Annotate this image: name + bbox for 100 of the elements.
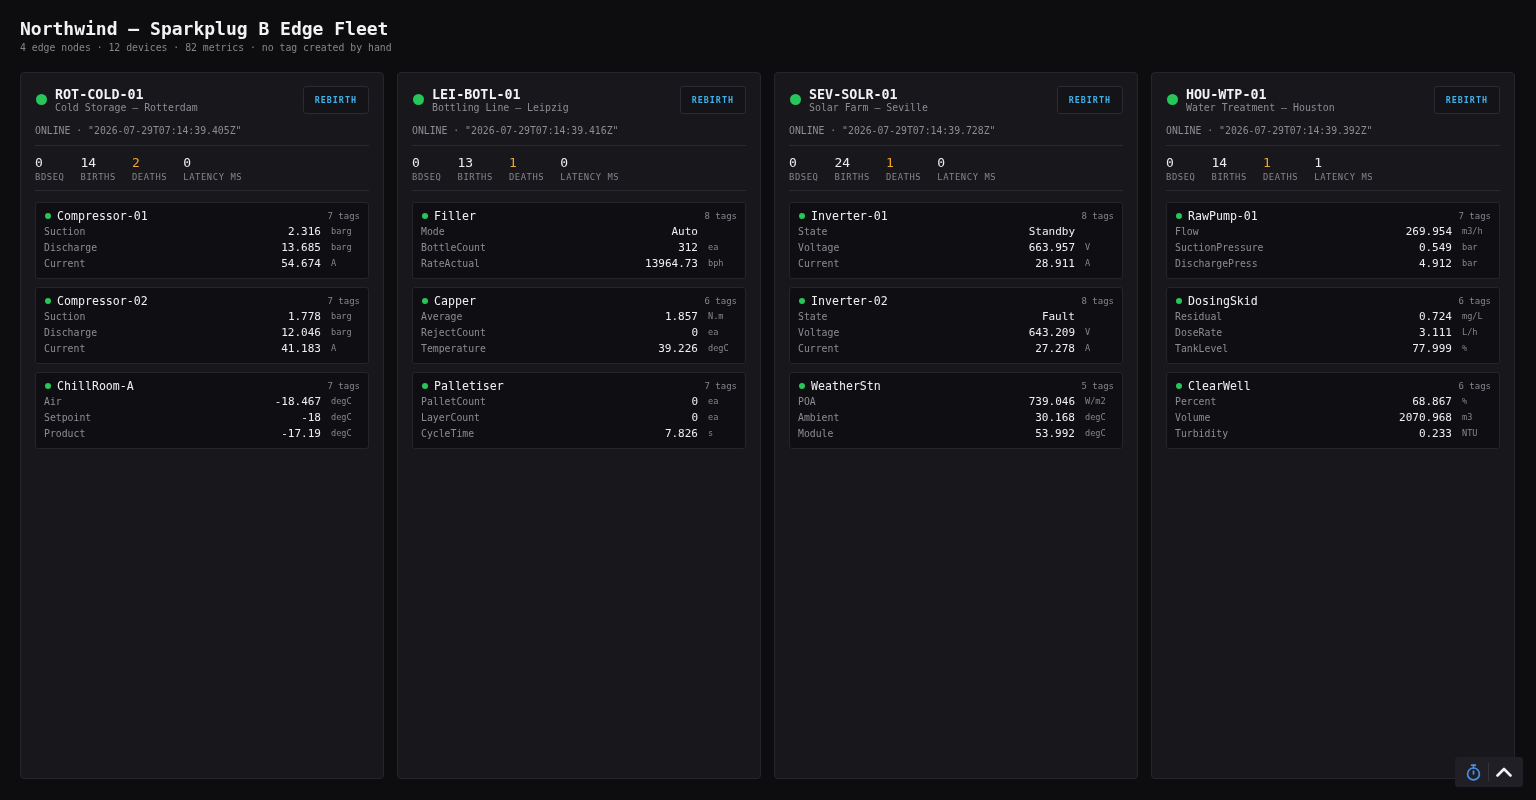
metric-name: Volume [1175,411,1212,423]
metric-name: DischargePress [1175,257,1259,269]
stat-value: 2 [131,155,141,171]
metric-value: 28.911 [1035,256,1075,270]
metric-unit: degC [708,343,729,353]
metric-value: 312 [678,240,698,254]
metric-value: 2.316 [287,224,321,238]
tag-count: 8 tags [704,211,737,221]
metric-name: PalletCount [421,395,487,407]
metric-name: Current [798,257,841,269]
stat-value: 13 [457,155,475,171]
tag-count: 7 tags [327,381,360,391]
metric-name: CycleTime [421,427,476,439]
device-name: Compressor-01 [57,209,149,223]
metric-name: Current [44,257,87,269]
stat-label: BIRTHS [457,171,493,183]
metric-value: -17.19 [281,426,321,440]
metric-value: 0 [691,325,698,339]
metric-unit: NTU [1462,428,1478,438]
stat-label: LATENCY MS [560,171,620,183]
metric-unit: V [1085,327,1091,337]
metric-value: 4.912 [1418,256,1452,270]
metric-name: Turbidity [1175,427,1230,439]
metric-value: 1.857 [664,309,698,323]
metric-unit: degC [331,428,352,438]
node-status: ONLINE · "2026-07-29T07:14:39.728Z" [789,124,1123,146]
metric-name: LayerCount [421,411,481,423]
metric-unit: degC [1085,412,1106,422]
metric-unit: barg [331,226,352,236]
metric-value: 0.549 [1418,240,1452,254]
stat-value: 0 [35,155,44,171]
tag-count: 8 tags [1081,296,1114,306]
metric-unit: L/h [1462,327,1478,337]
page-title: Northwind — Sparkplug B Edge Fleet [20,18,390,40]
metric-name: State [798,225,829,237]
tag-count: 7 tags [327,296,360,306]
device-name: Inverter-01 [811,209,889,223]
metric-unit: barg [331,327,352,337]
device-name: ClearWell [1188,379,1252,393]
metric-name: Voltage [798,326,841,338]
metric-unit: V [1085,242,1091,252]
device-name: Filler [434,209,477,223]
metric-value: 0.233 [1418,426,1452,440]
metric-unit: degC [331,412,352,422]
rebirth-button[interactable]: REBIRTH [1433,86,1500,114]
tag-count: 6 tags [1458,296,1491,306]
metric-value: 0.724 [1418,309,1452,323]
metric-name: Suction [44,310,87,322]
rebirth-button[interactable]: REBIRTH [1056,86,1123,114]
metric-name: BottleCount [421,241,487,253]
metric-name: DoseRate [1175,326,1224,338]
node-status: ONLINE · "2026-07-29T07:14:39.416Z" [412,124,746,146]
metric-unit: N.m [708,311,724,321]
rebirth-button[interactable]: REBIRTH [302,86,369,114]
device-name: WeatherStn [811,379,882,393]
stat-label: BDSEQ [412,171,442,183]
metric-unit: barg [331,242,352,252]
metric-name: Temperature [421,342,487,354]
metric-value: Standby [1028,224,1075,238]
metric-unit: bar [1462,258,1478,268]
metric-name: Current [798,342,841,354]
metric-value: 7.826 [664,426,698,440]
metric-name: Discharge [44,326,99,338]
node-status: ONLINE · "2026-07-29T07:14:39.392Z" [1166,124,1500,146]
metric-unit: ea [708,242,719,252]
node-location: Water Treatment — Houston [1186,101,1336,114]
metric-unit: barg [331,311,352,321]
metric-value: -18.467 [274,394,321,408]
metric-value: 2070.968 [1399,410,1452,424]
metric-value: 3.111 [1418,325,1452,339]
stat-label: DEATHS [1262,171,1299,183]
stat-label: BIRTHS [834,171,870,183]
metric-value: 0 [691,394,698,408]
metric-value: 41.183 [281,341,321,355]
stat-label: LATENCY MS [183,171,243,183]
stat-value: 0 [560,155,570,171]
tag-count: 5 tags [1081,381,1114,391]
node-name: SEV-SOLR-01 [809,86,899,102]
stat-label: DEATHS [885,171,922,183]
metric-value: 13964.73 [645,256,698,270]
metric-unit: degC [331,396,352,406]
metric-value: 54.674 [281,256,321,270]
stat-value: 0 [937,155,947,171]
metric-name: Flow [1175,225,1200,237]
rebirth-button[interactable]: REBIRTH [679,86,746,114]
metric-value: 663.957 [1028,240,1075,254]
node-name: HOU-WTP-01 [1186,86,1268,102]
metric-name: Residual [1175,310,1224,322]
metric-value: -18 [301,410,321,424]
metric-value: 0 [691,410,698,424]
metric-unit: m3 [1462,412,1473,422]
stat-label: BDSEQ [35,171,65,183]
stat-value: 14 [80,155,98,171]
metric-unit: bph [708,258,724,268]
stat-value: 14 [1211,155,1229,171]
stat-label: BDSEQ [1166,171,1196,183]
stat-value: 0 [789,155,798,171]
metric-value: 30.168 [1035,410,1075,424]
metric-name: RateActual [421,257,481,269]
metric-unit: ea [708,412,719,422]
